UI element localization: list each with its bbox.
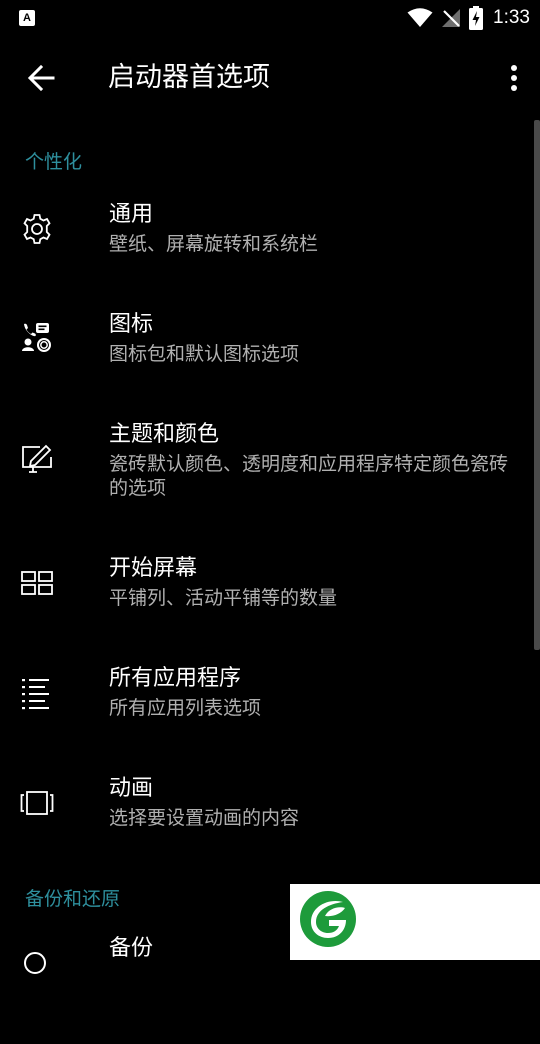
pref-item-title: 通用 [109, 202, 154, 227]
pref-item-title: 动画 [109, 776, 154, 801]
battery-charging-icon [469, 6, 484, 30]
page-title: 启动器首选项 [108, 62, 270, 93]
back-button[interactable] [22, 58, 62, 98]
pref-item-theme-colors[interactable]: 主题和颜色 瓷砖默认颜色、透明度和应用程序特定颜色瓷砖的选项 [0, 420, 534, 530]
wifi-icon [407, 8, 433, 27]
carousel-icon [20, 791, 54, 815]
pref-item-title: 开始屏幕 [109, 556, 198, 581]
pref-item-subtitle: 平铺列、活动平铺等的数量 [109, 587, 338, 609]
arrow-back-icon [27, 64, 55, 92]
pref-item-general[interactable]: 通用 壁纸、屏幕旋转和系统栏 [0, 200, 534, 310]
tiles-icon [21, 571, 53, 595]
pref-item-subtitle: 壁纸、屏幕旋转和系统栏 [109, 233, 319, 255]
pref-item-title: 主题和颜色 [109, 422, 220, 447]
app-notification-icon: A [19, 10, 35, 26]
leaf-logo-icon [300, 891, 356, 947]
pref-item-subtitle: 选择要设置动画的内容 [109, 807, 300, 829]
search-icon [24, 952, 46, 974]
theme-edit-icon [22, 444, 52, 473]
status-bar: A 1:33 [0, 0, 540, 36]
section-header-personalization: 个性化 [25, 151, 83, 173]
more-vert-icon [511, 65, 517, 91]
app-bar: 启动器首选项 [0, 36, 540, 120]
pref-item-title: 图标 [109, 312, 154, 337]
scrollbar[interactable] [534, 120, 540, 650]
list-icon [22, 679, 49, 710]
overflow-menu-button[interactable] [484, 58, 524, 98]
signal-off-icon [442, 9, 461, 27]
section-header-backup-restore: 备份和还原 [25, 888, 121, 910]
pref-item-subtitle: 图标包和默认图标选项 [109, 343, 300, 365]
watermark-logo [290, 884, 540, 960]
pref-item-animations[interactable]: 动画 选择要设置动画的内容 [0, 774, 534, 884]
pref-item-icons[interactable]: 图标 图标包和默认图标选项 [0, 310, 534, 420]
pref-item-all-apps[interactable]: 所有应用程序 所有应用列表选项 [0, 664, 534, 774]
pref-item-start-screen[interactable]: 开始屏幕 平铺列、活动平铺等的数量 [0, 554, 534, 664]
pref-item-subtitle: 瓷砖默认颜色、透明度和应用程序特定颜色瓷砖的选项 [109, 453, 509, 499]
pref-item-subtitle: 所有应用列表选项 [109, 697, 262, 719]
gear-icon [23, 214, 51, 244]
icon-pack-icon [22, 323, 51, 352]
clock: 1:33 [493, 7, 530, 28]
pref-item-title: 所有应用程序 [109, 666, 242, 691]
